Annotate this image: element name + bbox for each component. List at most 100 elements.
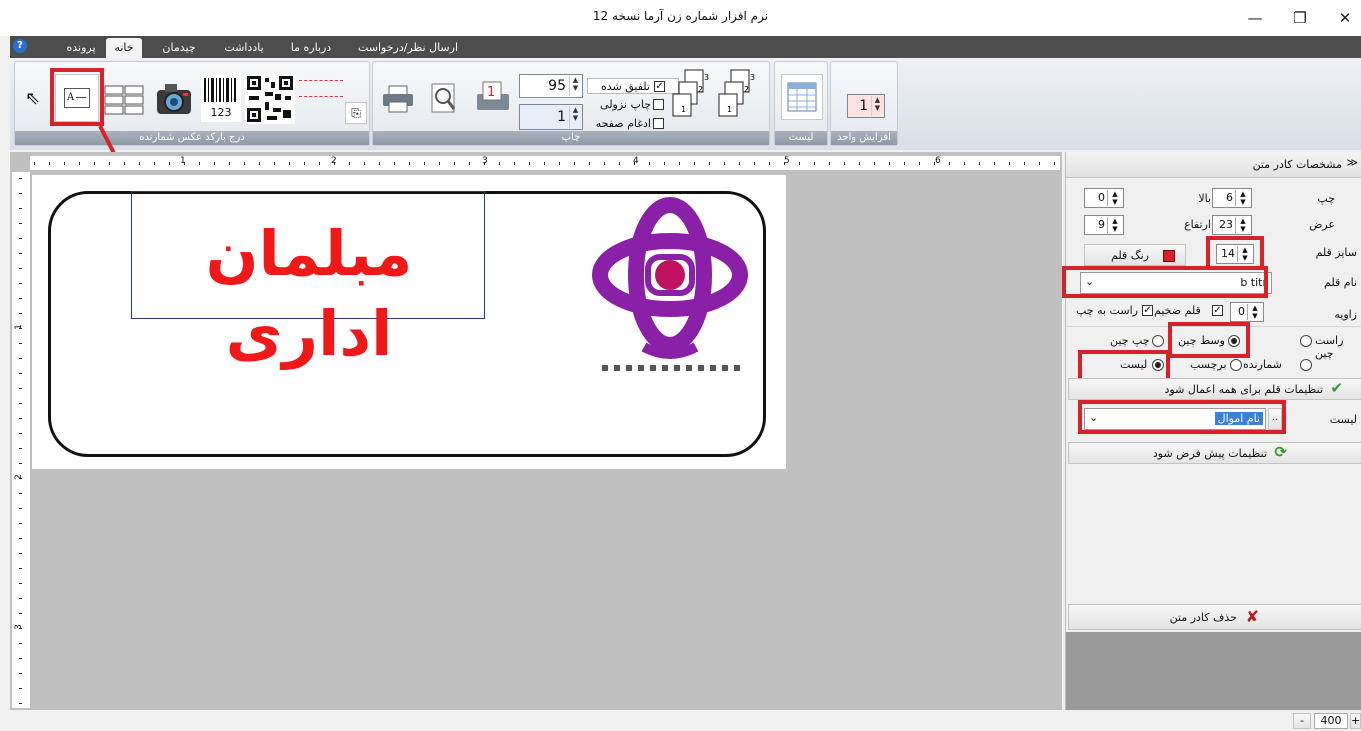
- spinner-arrows-icon[interactable]: ▲ ▼: [569, 76, 581, 96]
- increment-group-label: افزایش واحد: [831, 131, 897, 145]
- horizontal-ruler: 1 2 3 4 5 6: [30, 156, 1060, 170]
- descending-option[interactable]: چاپ نزولی: [587, 97, 679, 113]
- spinner-arrows-icon[interactable]: ▲ ▼: [569, 106, 581, 128]
- merge-option[interactable]: ✓ تلفیق شده: [587, 78, 679, 94]
- label-text: مبلمان اداری: [205, 217, 413, 370]
- minimize-button[interactable]: —: [1240, 6, 1270, 30]
- text-box-frame[interactable]: مبلمان اداری: [131, 191, 485, 370]
- start-number-input[interactable]: 1 ▲ ▼: [519, 104, 583, 130]
- increment-input[interactable]: 1 ▲ ▼: [847, 94, 885, 118]
- ruler-tick: [19, 628, 22, 629]
- window-title: نرم افزار شماره زن آرما نسخه 12: [592, 9, 769, 23]
- apply-font-all-label: تنظیمات قلم برای همه اعمال شود: [1164, 383, 1323, 396]
- svg-text:1: 1: [487, 85, 495, 100]
- ruler-tick: [679, 162, 680, 165]
- ruler-mark: 6: [935, 156, 941, 166]
- line-tool-icon[interactable]: [299, 80, 343, 110]
- ruler-tick: [19, 703, 22, 704]
- ruler-tick: [19, 433, 22, 434]
- spinner-arrows-icon[interactable]: ▲ ▼: [1247, 304, 1262, 320]
- ruler-tick: [664, 162, 665, 165]
- ruler-tick: [949, 162, 950, 165]
- ruler-tick: [79, 162, 80, 165]
- rtl-checkbox[interactable]: ✓: [1142, 305, 1153, 316]
- ruler-tick: [109, 162, 110, 165]
- order-stack-icon-b[interactable]: 32 1: [717, 68, 761, 124]
- ruler-tick: [244, 162, 245, 165]
- ruler-tick: [559, 162, 560, 165]
- default-settings-button[interactable]: ⟳ تنظیمات پیش فرض شود: [1068, 442, 1361, 464]
- tab-file[interactable]: پرونده: [60, 38, 102, 58]
- zoom-level[interactable]: 400: [1314, 713, 1348, 729]
- printer-icon[interactable]: [381, 84, 415, 114]
- width-input[interactable]: 23 ▲ ▼: [1212, 215, 1252, 235]
- page-merge-option[interactable]: ادغام صفحه: [587, 116, 679, 132]
- properties-panel: مشخصات کادر متن ≫ چپ 6 ▲ ▼ بالا 0 ▲ ▼ عرض 23…: [1062, 152, 1361, 710]
- ruler-mark: 2: [13, 474, 24, 480]
- tab-about[interactable]: درباره ما: [276, 38, 346, 58]
- ruler-tick: [484, 162, 485, 165]
- spinner-arrows-icon[interactable]: ▲ ▼: [1107, 190, 1122, 206]
- top-value: 0: [1098, 191, 1105, 204]
- tab-notes[interactable]: یادداشت: [216, 38, 272, 58]
- tab-page-layout[interactable]: چیدمان صفحه: [148, 38, 210, 74]
- logo-icon: [592, 197, 748, 371]
- spinner-arrows-icon[interactable]: ▲ ▼: [1235, 217, 1250, 233]
- ruler-tick: [889, 162, 890, 165]
- print-preview-icon[interactable]: [429, 82, 459, 116]
- type-label-radio[interactable]: [1230, 359, 1242, 371]
- collapse-icon[interactable]: ≫: [1346, 156, 1358, 169]
- qr-code-icon[interactable]: [245, 74, 295, 124]
- ruler-tick: [784, 162, 785, 165]
- list-label: لیست: [1329, 413, 1357, 426]
- help-icon[interactable]: ?: [13, 39, 27, 53]
- align-right-radio[interactable]: [1300, 335, 1312, 347]
- left-input[interactable]: 6 ▲ ▼: [1212, 188, 1252, 208]
- delete-text-box-button[interactable]: ✘ حذف کادر متن: [1068, 604, 1361, 630]
- order-stack-icon-a[interactable]: 32 1: [671, 68, 715, 124]
- top-input[interactable]: 0 ▲ ▼: [1084, 188, 1124, 208]
- ruler-tick: [574, 162, 575, 165]
- type-counter-radio[interactable]: [1300, 359, 1312, 371]
- merge-checkbox[interactable]: ✓: [654, 81, 665, 92]
- copy-icon[interactable]: ⎘: [345, 102, 367, 124]
- align-left-label: چپ چین: [1110, 334, 1150, 347]
- copies-count-input[interactable]: 95 ▲ ▼: [519, 74, 583, 98]
- close-button[interactable]: ✕: [1330, 6, 1360, 30]
- zoom-out-button[interactable]: -: [1293, 713, 1311, 729]
- angle-input[interactable]: 0 ▲ ▼: [1230, 302, 1264, 322]
- spinner-arrows-icon[interactable]: ▲ ▼: [1107, 217, 1122, 233]
- checkmark-icon: ✔: [1330, 379, 1343, 397]
- insert-group-label: درج بارکد عکس شمارنده: [15, 131, 369, 145]
- height-input[interactable]: 9 ▲ ▼: [1084, 215, 1124, 235]
- camera-icon[interactable]: [151, 78, 197, 120]
- table-layout-icon[interactable]: [103, 84, 147, 116]
- ruler-tick: [19, 283, 22, 284]
- descending-checkbox[interactable]: [653, 99, 664, 110]
- pointer-icon[interactable]: ⇖: [25, 88, 40, 109]
- apply-font-all-button[interactable]: ✔ تنظیمات قلم برای همه اعمال شود: [1068, 378, 1361, 400]
- print-page-icon[interactable]: 1: [473, 80, 513, 116]
- zoom-in-button[interactable]: +: [1350, 713, 1361, 729]
- left-value: 6: [1226, 191, 1233, 204]
- maximize-button[interactable]: ❐: [1285, 6, 1315, 30]
- ruler-mark: 1: [13, 324, 24, 330]
- ruler-tick: [814, 162, 815, 165]
- ruler-tick: [694, 162, 695, 165]
- align-left-radio[interactable]: [1152, 335, 1164, 347]
- font-color-button[interactable]: رنگ قلم: [1084, 244, 1186, 266]
- ruler-tick: [34, 162, 35, 165]
- vertical-ruler: 1 2 3: [12, 172, 30, 708]
- tab-home[interactable]: خانه: [106, 38, 142, 58]
- panel-header[interactable]: مشخصات کادر متن ≫: [1066, 152, 1361, 178]
- spinner-arrows-icon[interactable]: ▲ ▼: [871, 96, 883, 116]
- svg-text:1: 1: [727, 105, 732, 114]
- tab-feedback[interactable]: ارسال نظر/درخواست: [352, 38, 464, 58]
- ruler-tick: [334, 162, 335, 165]
- barcode-button[interactable]: 123: [201, 74, 241, 122]
- ruler-tick: [394, 162, 395, 165]
- list-button[interactable]: [781, 74, 823, 120]
- spinner-arrows-icon[interactable]: ▲ ▼: [1235, 190, 1250, 206]
- page-merge-checkbox[interactable]: [653, 118, 664, 129]
- bold-checkbox[interactable]: ✓: [1212, 305, 1223, 316]
